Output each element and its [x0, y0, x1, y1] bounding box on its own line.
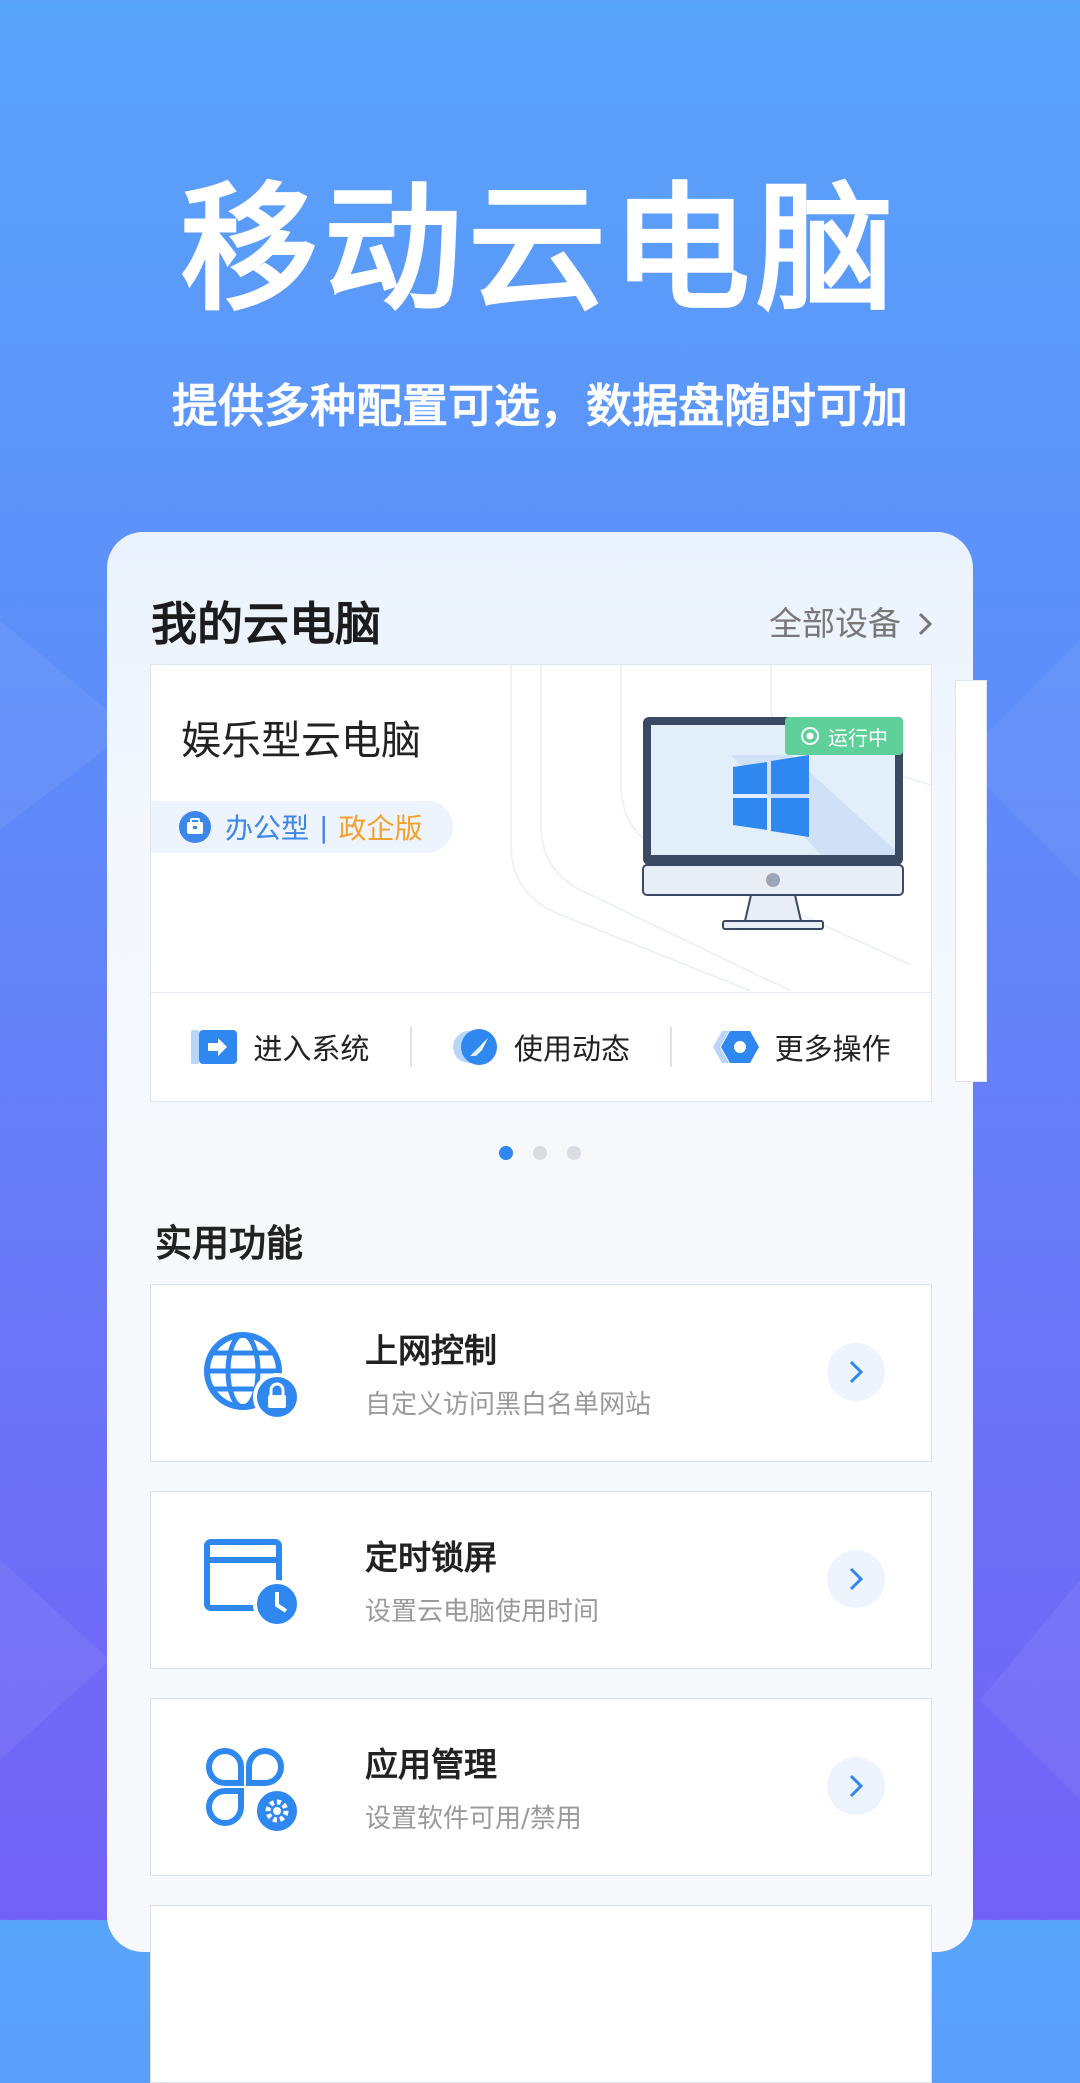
feature-arrow-button[interactable] [827, 1550, 885, 1608]
more-actions-button[interactable]: 更多操作 [672, 1026, 931, 1068]
device-card[interactable]: 娱乐型云电脑 办公型 | 政企版 运行中 进入系统 使用动态 更多操作 [150, 664, 932, 1102]
feature-card-partial[interactable] [150, 1905, 932, 2083]
features-section-title: 实用功能 [155, 1222, 303, 1265]
compass-icon [453, 1029, 497, 1065]
enter-system-button[interactable]: 进入系统 [151, 1026, 410, 1068]
chevron-right-icon [849, 1360, 864, 1384]
chevron-right-icon [849, 1567, 864, 1591]
carousel-dot[interactable] [533, 1146, 547, 1160]
briefcase-icon [179, 811, 211, 843]
device-name: 娱乐型云电脑 [181, 718, 421, 764]
action-label: 进入系统 [253, 1032, 370, 1066]
more-hexagon-icon [712, 1031, 759, 1063]
feature-scheduled-lock[interactable]: 定时锁屏 设置云电脑使用时间 [150, 1491, 932, 1669]
next-device-card-peek[interactable] [955, 680, 987, 1082]
feature-arrow-button[interactable] [827, 1757, 885, 1815]
feature-title: 定时锁屏 [365, 1538, 497, 1577]
feature-arrow-button[interactable] [827, 1343, 885, 1401]
device-actions: 进入系统 使用动态 更多操作 [151, 992, 931, 1101]
feature-title: 应用管理 [365, 1745, 497, 1784]
globe-lock-icon [204, 1332, 299, 1419]
feature-description: 自定义访问黑白名单网站 [365, 1390, 652, 1420]
enter-system-icon [191, 1030, 238, 1064]
feature-title: 上网控制 [365, 1331, 497, 1370]
tag-separator: | [319, 810, 329, 844]
apps-gear-icon [206, 1748, 299, 1833]
device-edition: 政企版 [338, 812, 423, 845]
window-clock-icon [204, 1539, 299, 1626]
chevron-right-icon [918, 612, 933, 636]
chevron-right-icon [849, 1774, 864, 1798]
running-dot-icon [801, 727, 819, 745]
usage-activity-button[interactable]: 使用动态 [412, 1026, 671, 1068]
device-type: 办公型 [225, 812, 310, 845]
feature-app-management[interactable]: 应用管理 设置软件可用/禁用 [150, 1698, 932, 1876]
hero-subtitle: 提供多种配置可选，数据盘随时可加 [172, 379, 908, 433]
feature-description: 设置软件可用/禁用 [365, 1804, 582, 1834]
feature-web-control[interactable]: 上网控制 自定义访问黑白名单网站 [150, 1284, 932, 1462]
carousel-dots [107, 1146, 973, 1160]
carousel-dot-active[interactable] [499, 1146, 513, 1160]
carousel-dot[interactable] [567, 1146, 581, 1160]
action-label: 使用动态 [514, 1032, 631, 1066]
my-cloud-pc-panel: 我的云电脑 全部设备 娱乐型云电脑 办公型 | 政企版 运行中 进入系统 使用动… [107, 532, 987, 2083]
device-type-tag: 办公型 | 政企版 [151, 801, 453, 853]
action-label: 更多操作 [774, 1032, 891, 1066]
feature-description: 设置云电脑使用时间 [365, 1597, 600, 1627]
hero-title: 移动云电脑 [179, 169, 900, 330]
status-badge: 运行中 [785, 717, 903, 755]
status-text: 运行中 [828, 725, 888, 750]
